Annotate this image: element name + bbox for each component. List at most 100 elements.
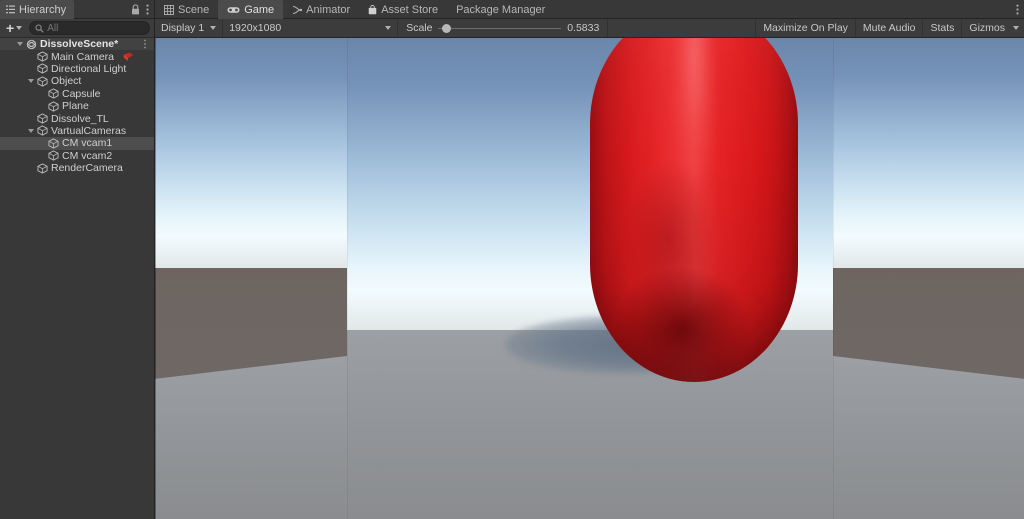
hierarchy-item-menu-icon[interactable]: ⋮ <box>140 39 150 50</box>
gamepad-icon <box>227 6 240 14</box>
hierarchy-tree[interactable]: DissolveScene* ⋮ Main Camera Directional … <box>0 38 154 519</box>
tab-label: Game <box>244 3 275 16</box>
hierarchy-item-rendercamera[interactable]: RenderCamera <box>0 162 154 174</box>
hierarchy-item-label: Directional Light <box>51 62 127 75</box>
tab-scene[interactable]: Scene <box>155 0 218 19</box>
hierarchy-item-dissolve-tl[interactable]: Dissolve_TL <box>0 112 154 125</box>
editor-tabbar[interactable]: Scene Game Animator Asset Store Package M… <box>155 0 1024 19</box>
hierarchy-item-label: Dissolve_TL <box>51 112 109 125</box>
search-input[interactable]: All <box>29 21 150 35</box>
hierarchy-item-label: CM vcam2 <box>62 149 113 162</box>
tab-animator[interactable]: Animator <box>283 0 359 19</box>
scale-slider[interactable] <box>438 22 562 34</box>
ground-near-right <box>833 356 1024 519</box>
gameobject-icon <box>47 88 60 99</box>
stats-toggle[interactable]: Stats <box>922 19 961 37</box>
hierarchy-item-label: CM vcam1 <box>62 137 113 150</box>
gameobject-icon <box>36 76 49 87</box>
capsule-object[interactable] <box>590 38 798 382</box>
chevron-down-icon <box>16 26 23 30</box>
search-input-placeholder: All <box>47 22 59 34</box>
hierarchy-item-plane[interactable]: Plane <box>0 100 154 112</box>
create-button-label: + <box>6 20 15 36</box>
tab-label: Scene <box>178 3 210 16</box>
search-icon <box>35 23 44 33</box>
hierarchy-tabbar: Hierarchy <box>0 0 154 19</box>
display-dropdown-label: Display 1 <box>161 22 205 34</box>
lock-icon[interactable] <box>131 3 140 15</box>
gameobject-icon <box>36 63 49 75</box>
scale-slider-track <box>438 27 562 29</box>
tab-package-manager[interactable]: Package Manager <box>447 0 554 19</box>
foldout-none <box>25 63 36 75</box>
sky-gradient-left <box>155 38 347 274</box>
gameobject-icon <box>36 113 49 124</box>
tab-label: Animator <box>306 3 351 16</box>
create-button[interactable]: + <box>4 21 24 36</box>
resolution-dropdown-label: 1920x1080 <box>229 22 282 34</box>
foldout-open-icon[interactable] <box>25 125 36 137</box>
unity-editor-window: Hierarchy + All DissolveScene* ⋮ Main Ca… <box>0 0 1024 519</box>
plane-seam-left <box>347 38 348 519</box>
hierarchy-tabbar-tools <box>131 0 154 18</box>
hierarchy-item-label: VartualCameras <box>51 124 127 137</box>
tab-game[interactable]: Game <box>218 0 284 19</box>
scene-icon <box>25 39 38 50</box>
display-dropdown[interactable]: Display 1 <box>155 19 224 37</box>
maximize-on-play-toggle[interactable]: Maximize On Play <box>755 19 855 37</box>
tab-asset-store[interactable]: Asset Store <box>359 0 447 19</box>
resolution-dropdown[interactable]: 1920x1080 <box>223 19 399 37</box>
kebab-menu-icon[interactable] <box>146 4 149 15</box>
chevron-down-icon <box>16 42 23 47</box>
foldout-none <box>36 100 47 112</box>
gameobject-icon <box>36 162 49 174</box>
animator-icon <box>292 5 303 15</box>
gameobject-icon <box>36 125 49 137</box>
tab-hierarchy[interactable]: Hierarchy <box>0 0 75 19</box>
scale-label: Scale <box>406 22 433 34</box>
viewport-band-right <box>833 38 1024 519</box>
red-tag-icon <box>123 52 134 62</box>
hierarchy-item-directional-light[interactable]: Directional Light <box>0 63 154 75</box>
scale-slider-knob[interactable] <box>442 23 452 33</box>
gameobject-icon <box>36 51 49 62</box>
hierarchy-tabbar-spacer <box>74 0 131 18</box>
foldout-none <box>36 137 47 149</box>
chevron-down-icon <box>1013 26 1019 30</box>
chevron-down-icon <box>27 79 34 84</box>
hierarchy-toolbar: + All <box>0 19 154 38</box>
foldout-none <box>25 51 36 63</box>
hierarchy-item-object[interactable]: Object <box>0 75 154 87</box>
kebab-menu-icon[interactable] <box>1016 4 1019 15</box>
gizmos-label: Gizmos <box>969 22 1005 34</box>
chevron-down-icon <box>27 128 34 133</box>
shopping-bag-icon <box>368 4 377 15</box>
hierarchy-item-label: Main Camera <box>51 50 115 63</box>
plane-seam-right <box>833 38 834 519</box>
tab-label: Package Manager <box>456 3 546 16</box>
game-viewport[interactable] <box>155 38 1024 519</box>
hierarchy-item-cm-vcam1[interactable]: CM vcam1 <box>0 137 154 150</box>
foldout-open-icon[interactable] <box>14 38 25 50</box>
hierarchy-item-main-camera[interactable]: Main Camera <box>0 50 154 63</box>
tab-label: Asset Store <box>381 3 439 16</box>
tab-hierarchy-label: Hierarchy <box>19 3 67 16</box>
viewport-left-edge <box>155 38 156 519</box>
gizmos-dropdown[interactable]: Gizmos <box>961 19 1024 37</box>
editor-tabbar-tools <box>1016 0 1024 18</box>
hierarchy-item-cm-vcam2[interactable]: CM vcam2 <box>0 150 154 162</box>
foldout-open-icon[interactable] <box>25 75 36 87</box>
hierarchy-item-label: Object <box>51 75 82 88</box>
foldout-none <box>25 162 36 174</box>
hierarchy-item-label: Capsule <box>62 87 101 100</box>
hierarchy-item-label: Plane <box>62 100 89 113</box>
hierarchy-item-dissolvescene[interactable]: DissolveScene* ⋮ <box>0 38 154 51</box>
foldout-none <box>36 150 47 162</box>
hierarchy-item-vartualcameras[interactable]: VartualCameras <box>0 125 154 137</box>
scale-control[interactable]: Scale 0.5833 <box>398 19 609 37</box>
hierarchy-item-capsule[interactable]: Capsule <box>0 88 154 100</box>
gameobject-icon <box>47 138 60 149</box>
mute-audio-toggle[interactable]: Mute Audio <box>854 19 923 37</box>
chevron-down-icon <box>210 26 217 30</box>
chevron-down-icon <box>385 26 392 30</box>
